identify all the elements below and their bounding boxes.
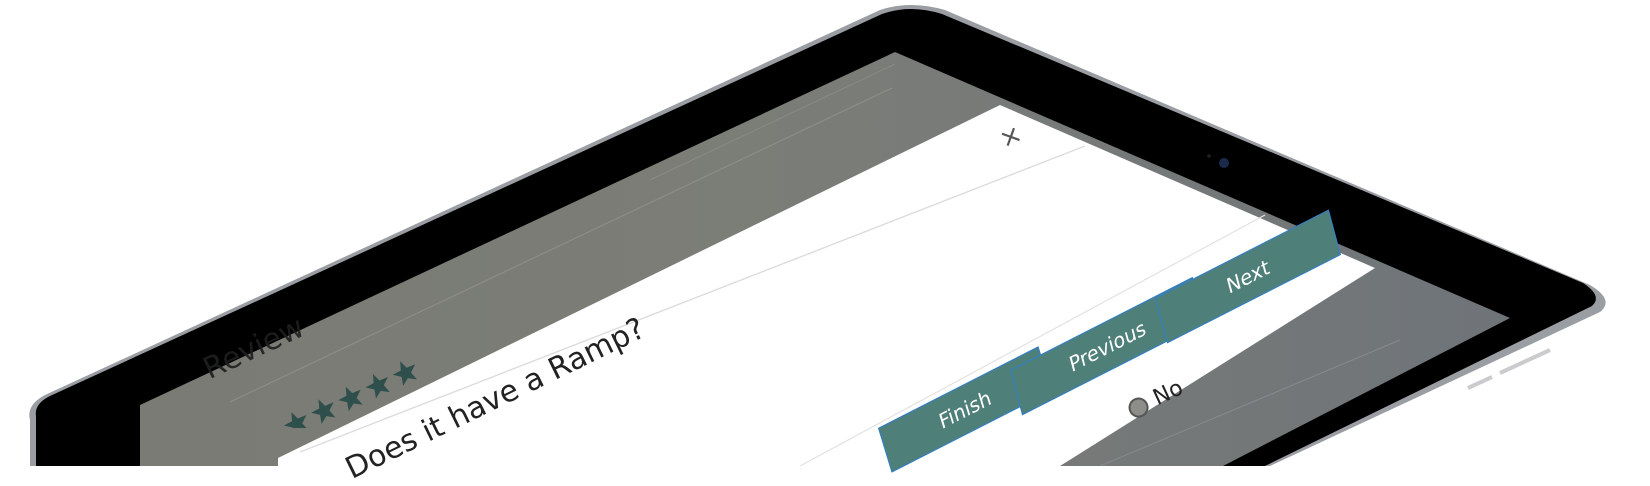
modal-dialog: [278, 105, 1375, 466]
tablet-mockup-scene: Review × Does it have a Ramp? No Finish …: [0, 0, 1650, 486]
